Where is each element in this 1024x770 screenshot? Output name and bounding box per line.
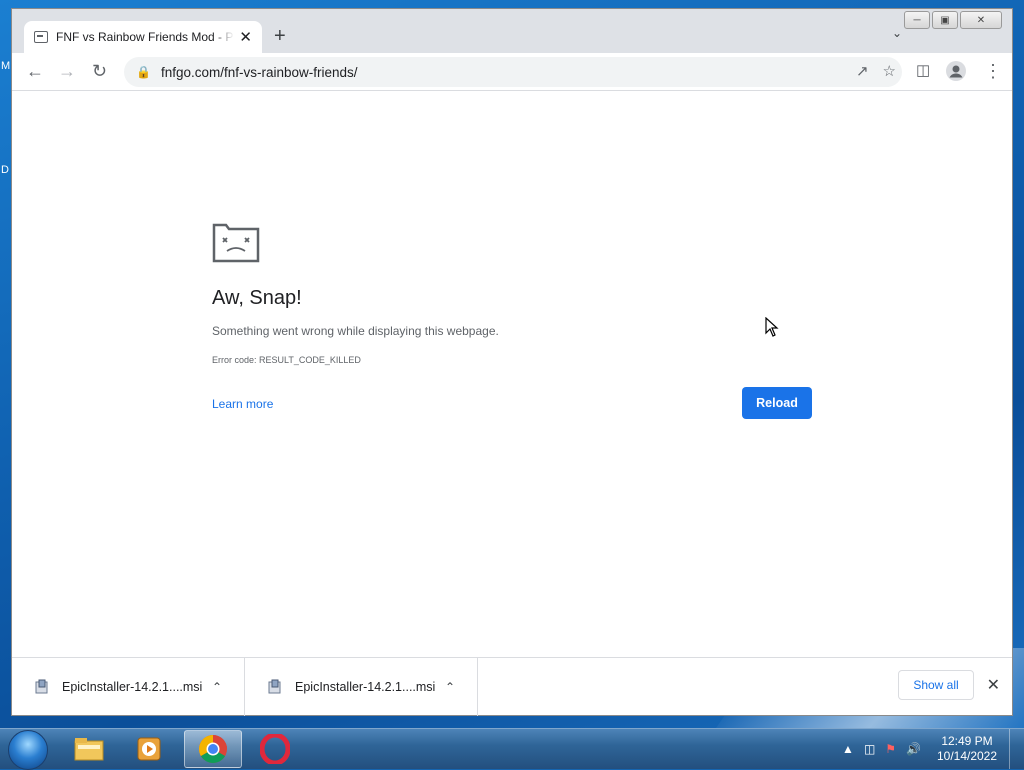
msi-file-icon [35, 679, 48, 694]
address-bar[interactable]: 🔒 fnfgo.com/fnf-vs-rainbow-friends/ ↗ ☆ [124, 57, 902, 87]
desktop-icon-label: D [1, 164, 9, 176]
tab-strip: FNF vs Rainbow Friends Mod - Play Online… [12, 9, 1012, 53]
show-all-downloads-button[interactable]: Show all [898, 670, 974, 700]
browser-window: ─ ▣ ✕ FNF vs Rainbow Friends Mod - Play … [11, 8, 1013, 716]
start-button[interactable] [8, 730, 48, 770]
taskbar: ▲ ◫ ⚑ 🔊 12:49 PM 10/14/2022 [0, 728, 1024, 770]
side-panel-icon[interactable]: ◫ [916, 61, 930, 81]
reload-button[interactable]: Reload [742, 387, 812, 419]
download-shelf: EpicInstaller-14.2.1....msi ⌃ EpicInstal… [12, 657, 1012, 716]
tab-search-chevron-icon[interactable]: ⌄ [892, 26, 902, 40]
sad-tab-favicon-icon [34, 31, 48, 43]
browser-tab[interactable]: FNF vs Rainbow Friends Mod - Play Online… [24, 21, 262, 53]
show-hidden-icons-icon[interactable]: ▲ [842, 742, 854, 756]
download-item[interactable]: EpicInstaller-14.2.1....msi ⌃ [12, 658, 245, 716]
error-message: Something went wrong while displaying th… [212, 324, 499, 338]
learn-more-link[interactable]: Learn more [212, 397, 273, 411]
browser-toolbar: ← → ↻ 🔒 fnfgo.com/fnf-vs-rainbow-friends… [12, 53, 1012, 91]
lock-icon: 🔒 [136, 65, 151, 79]
file-explorer-taskbar-icon[interactable] [60, 730, 118, 768]
download-item[interactable]: EpicInstaller-14.2.1....msi ⌃ [245, 658, 478, 716]
bookmark-star-icon[interactable]: ☆ [883, 62, 896, 80]
system-tray: ▲ ◫ ⚑ 🔊 12:49 PM 10/14/2022 [842, 729, 1024, 769]
menu-kebab-icon[interactable]: ⋮ [984, 61, 1002, 81]
back-arrow-icon[interactable]: ← [26, 61, 44, 81]
chevron-up-icon[interactable]: ⌃ [445, 680, 455, 694]
media-player-taskbar-icon[interactable] [120, 730, 178, 768]
volume-icon[interactable]: 🔊 [906, 742, 921, 756]
clock-date: 10/14/2022 [936, 749, 998, 763]
close-download-shelf-icon[interactable]: ✕ [987, 675, 1000, 695]
clock[interactable]: 12:49 PM 10/14/2022 [931, 734, 1003, 764]
profile-avatar-icon[interactable] [946, 61, 966, 85]
download-filename: EpicInstaller-14.2.1....msi [295, 680, 436, 694]
clock-time: 12:49 PM [941, 734, 993, 748]
msi-file-icon [268, 679, 281, 694]
error-title: Aw, Snap! [212, 287, 302, 309]
omnibox-actions: ↗ ☆ [856, 62, 896, 80]
page-content: Aw, Snap! Something went wrong while dis… [12, 91, 1012, 657]
mouse-cursor-icon [765, 317, 779, 337]
download-filename: EpicInstaller-14.2.1....msi [62, 680, 203, 694]
tab-title: FNF vs Rainbow Friends Mod - Play Online [56, 30, 234, 44]
desktop-icon-label: M [1, 60, 11, 72]
reload-icon[interactable]: ↻ [92, 61, 107, 81]
forward-arrow-icon[interactable]: → [58, 61, 76, 81]
new-tab-plus-icon[interactable]: + [274, 25, 286, 47]
tab-close-icon[interactable]: ✕ [239, 28, 252, 46]
url-text[interactable]: fnfgo.com/fnf-vs-rainbow-friends/ [161, 65, 358, 80]
chevron-up-icon[interactable]: ⌃ [212, 680, 222, 694]
share-icon[interactable]: ↗ [856, 62, 869, 80]
network-icon[interactable]: ◫ [864, 742, 875, 756]
chrome-taskbar-icon[interactable] [184, 730, 242, 768]
sad-tab-icon [212, 223, 260, 263]
show-desktop-button[interactable] [1009, 729, 1024, 769]
action-center-flag-icon[interactable]: ⚑ [885, 742, 896, 756]
opera-taskbar-icon[interactable] [246, 730, 304, 768]
error-code: Error code: RESULT_CODE_KILLED [212, 355, 361, 365]
